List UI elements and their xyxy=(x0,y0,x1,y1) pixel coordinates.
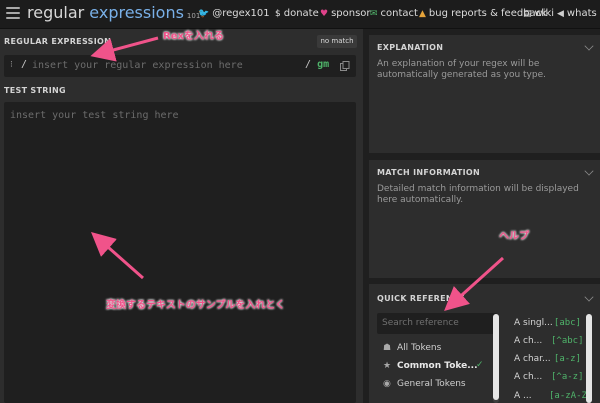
reference-scroll-thumb[interactable] xyxy=(586,314,592,403)
regex-input[interactable]: insert your regular expression here xyxy=(32,60,243,71)
regex-open-delimiter: / xyxy=(21,59,28,70)
regex-close-delimiter: / xyxy=(305,59,312,70)
reference-code: [abc] xyxy=(553,318,581,328)
chevron-down-icon[interactable] xyxy=(584,41,594,51)
nav-wiki[interactable]: ▤ wiki xyxy=(523,8,554,19)
category-label: All Tokens xyxy=(397,343,442,353)
drag-handle-icon[interactable]: ⁝ xyxy=(10,60,13,70)
category-common-tokens[interactable]: ★ Common Toke... xyxy=(383,361,478,371)
match-status-badge: no match xyxy=(317,35,357,48)
logo-expressions: expressions xyxy=(89,3,184,22)
search-reference-input[interactable]: Search reference xyxy=(377,313,497,334)
reference-item[interactable]: A ch... xyxy=(514,336,542,346)
test-string-placeholder: insert your test string here xyxy=(10,110,179,121)
twitter-bird-icon: 🐦 xyxy=(198,9,210,19)
quick-reference-title: QUICK REFERENCE xyxy=(377,294,465,303)
regex-flags-toggle[interactable]: / gm xyxy=(305,59,329,70)
app-logo[interactable]: regular expressions 101 xyxy=(27,3,200,22)
category-label: General Tokens xyxy=(397,379,466,389)
chevron-down-icon[interactable] xyxy=(584,166,594,176)
categories-scroll-thumb[interactable] xyxy=(493,314,499,400)
match-info-panel: MATCH INFORMATION Detailed match informa… xyxy=(369,160,600,278)
reference-code: [^a-z] xyxy=(551,372,584,382)
reference-item[interactable]: A ... xyxy=(514,391,532,401)
match-info-title: MATCH INFORMATION xyxy=(377,168,480,177)
megaphone-icon: ◀ xyxy=(557,9,564,19)
nav-contact-label: contact xyxy=(380,8,418,19)
reference-code: [a-z] xyxy=(553,354,581,364)
nav-sponsor-label: sponsor xyxy=(331,8,371,19)
category-all-tokens[interactable]: ☗ All Tokens xyxy=(383,343,441,353)
category-label: Common Toke... xyxy=(397,361,478,371)
nav-wiki-label: wiki xyxy=(534,8,555,19)
category-general-tokens[interactable]: ◉ General Tokens xyxy=(383,379,466,389)
regex-annotation: Rexを入れる xyxy=(163,31,224,42)
nav-whats-new-label: whats new? xyxy=(566,8,600,19)
test-string-label: TEST STRING xyxy=(4,86,66,95)
nav-contact[interactable]: ✉ contact xyxy=(370,8,418,19)
nav-donate[interactable]: $ donate xyxy=(275,8,319,19)
folder-stack-icon: ☗ xyxy=(383,343,392,353)
menu-icon[interactable] xyxy=(6,7,20,21)
book-icon: ▤ xyxy=(523,9,532,19)
match-info-text: Detailed match information will be displ… xyxy=(377,184,579,205)
checkmark-icon: ✓ xyxy=(476,360,484,370)
test-string-input[interactable]: insert your test string here xyxy=(4,102,356,403)
explanation-panel: EXPLANATION An explanation of your regex… xyxy=(369,35,600,153)
nav-donate-label: donate xyxy=(283,8,319,19)
reference-item[interactable]: A ch... xyxy=(514,372,542,382)
copy-icon[interactable] xyxy=(340,61,350,71)
logo-regular: regular xyxy=(27,3,90,22)
reference-code: [^abc] xyxy=(551,336,584,346)
nav-whats-new[interactable]: ◀whats new? xyxy=(557,8,600,19)
reference-item[interactable]: A singl... xyxy=(514,318,553,328)
sample-annotation: 変換するテキストのサンプルを入れとく xyxy=(106,300,286,311)
help-annotation: ヘルプ xyxy=(499,231,529,242)
circle-target-icon: ◉ xyxy=(383,379,391,389)
explanation-text: An explanation of your regex will be aut… xyxy=(377,59,546,80)
heart-icon: ♥ xyxy=(320,9,329,19)
warning-icon: ▲ xyxy=(419,9,426,19)
nav-twitter-label: @regex101 xyxy=(212,8,270,19)
explanation-title: EXPLANATION xyxy=(377,43,444,52)
dollar-icon: $ xyxy=(275,9,281,19)
star-icon: ★ xyxy=(383,361,392,371)
reference-item[interactable]: A char... xyxy=(514,354,551,364)
nav-twitter[interactable]: 🐦 @regex101 xyxy=(198,8,270,19)
nav-sponsor[interactable]: ♥ sponsor xyxy=(320,8,371,19)
regex-input-box[interactable]: ⁝ / insert your regular expression here … xyxy=(4,55,356,77)
reference-code: [a-zA-Z] xyxy=(549,391,593,401)
regex-flags: gm xyxy=(317,59,330,70)
regex-section-label: REGULAR EXPRESSION xyxy=(4,37,112,46)
chevron-down-icon[interactable] xyxy=(584,292,594,302)
top-bar: regular expressions 101 🐦 @regex101 $ donat… xyxy=(0,0,600,29)
envelope-icon: ✉ xyxy=(370,9,378,19)
